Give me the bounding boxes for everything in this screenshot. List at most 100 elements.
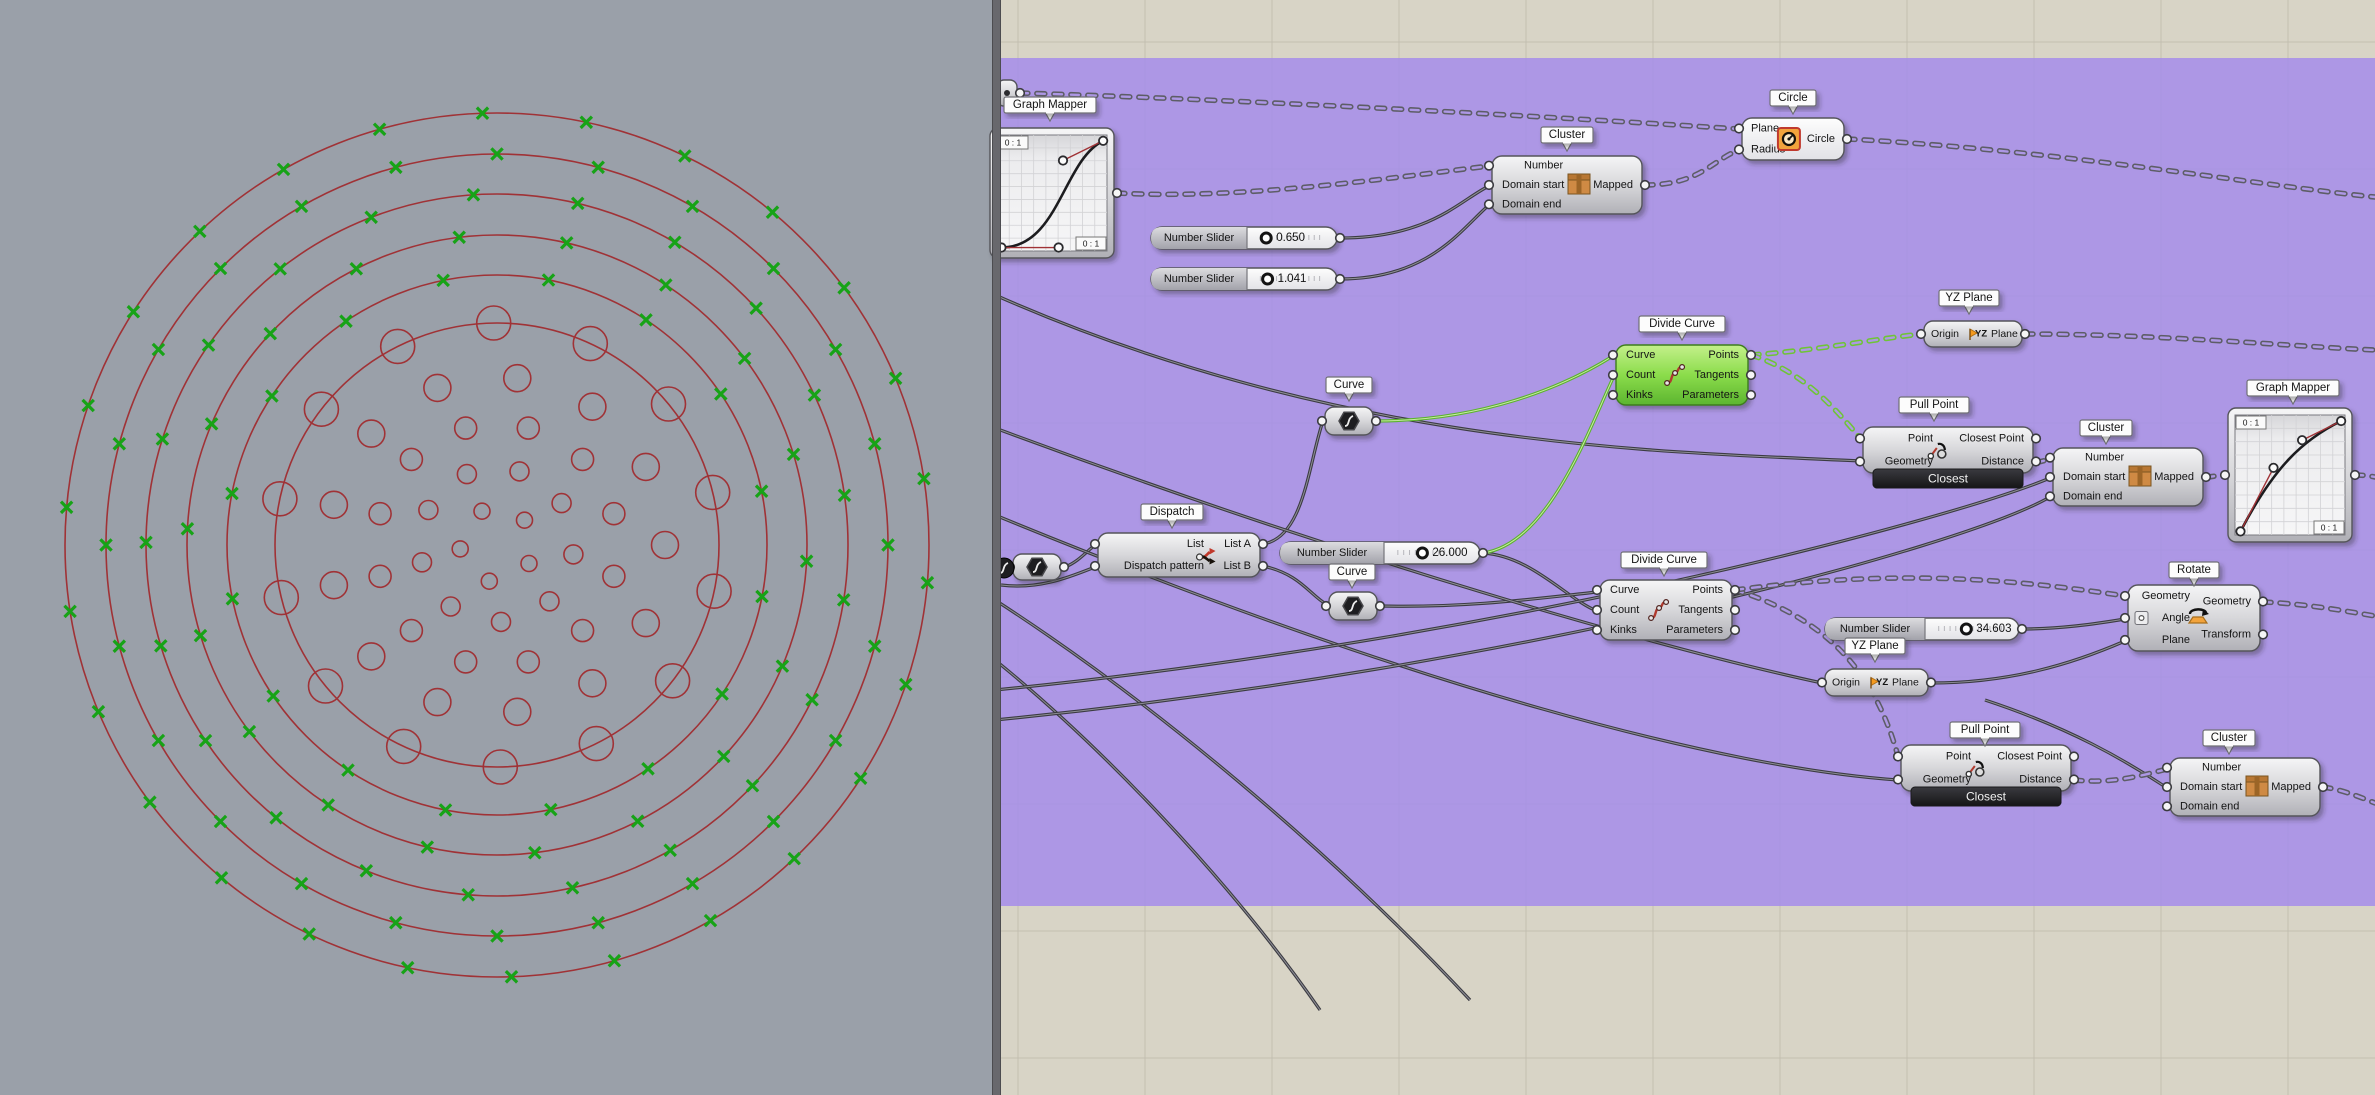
number-slider-1[interactable]: Number Slider0.650: [1151, 227, 1344, 249]
port[interactable]: [1747, 351, 1756, 360]
angle-degrees-tag[interactable]: [2135, 612, 2148, 625]
curve-handle[interactable]: [1054, 243, 1062, 251]
port[interactable]: [1641, 181, 1650, 190]
graph-area[interactable]: [2235, 415, 2345, 535]
curve-handle[interactable]: [2269, 464, 2277, 472]
port[interactable]: [1016, 89, 1025, 98]
curve-handle[interactable]: [1059, 156, 1067, 164]
divide-curve-1[interactable]: CurveCountKinksPointsTangentsParameters: [1609, 345, 1756, 405]
port[interactable]: [2221, 471, 2230, 480]
cluster-2[interactable]: NumberDomain startDomain endMapped: [2046, 448, 2211, 506]
port[interactable]: [1609, 371, 1618, 380]
port[interactable]: [2202, 473, 2211, 482]
port[interactable]: [1747, 371, 1756, 380]
rotate[interactable]: GeometryAnglePlaneGeometryTransform: [2121, 585, 2268, 651]
port[interactable]: [2351, 471, 2360, 480]
port[interactable]: [1336, 234, 1345, 243]
divide-curve-2[interactable]: CurveCountKinksPointsTangentsParameters: [1593, 580, 1740, 640]
port[interactable]: [1376, 602, 1385, 611]
port[interactable]: [1485, 161, 1494, 170]
port[interactable]: [1917, 330, 1926, 339]
port[interactable]: [1856, 457, 1865, 466]
pull-point-1[interactable]: ClosestClosestPointGeometryClosest Point…: [1856, 427, 2041, 488]
rhino-viewport[interactable]: [0, 0, 993, 1095]
port[interactable]: [1593, 626, 1602, 635]
port[interactable]: [1894, 752, 1903, 761]
port[interactable]: [2259, 630, 2268, 639]
curve-handle[interactable]: [2236, 527, 2244, 535]
pull-point-2[interactable]: ClosestClosestPointGeometryClosest Point…: [1894, 745, 2079, 806]
port[interactable]: [1593, 586, 1602, 595]
port[interactable]: [1731, 626, 1740, 635]
curve-handle[interactable]: [2337, 417, 2345, 425]
port[interactable]: [1747, 391, 1756, 400]
port[interactable]: [2046, 473, 2055, 482]
port[interactable]: [2121, 592, 2130, 601]
dispatch[interactable]: ListDispatch patternList AList B: [1091, 533, 1268, 577]
viewport-canvas-divider[interactable]: [992, 0, 1001, 1095]
graph-mapper-2[interactable]: 0 : 10 : 1: [2221, 408, 2360, 542]
port[interactable]: [1485, 200, 1494, 209]
port[interactable]: [1609, 391, 1618, 400]
port[interactable]: [2163, 802, 2172, 811]
port[interactable]: [1894, 775, 1903, 784]
port[interactable]: [2319, 783, 2328, 792]
port[interactable]: [1336, 275, 1345, 284]
port[interactable]: [1259, 562, 1268, 571]
yz-plane-2[interactable]: OriginYZPlane: [1818, 669, 1936, 696]
cluster-1[interactable]: NumberDomain startDomain endMapped: [1485, 156, 1650, 214]
number-slider-3[interactable]: Number Slider26.000: [1280, 542, 1487, 564]
port[interactable]: [1927, 678, 1936, 687]
port[interactable]: [2163, 763, 2172, 772]
port[interactable]: [1735, 124, 1744, 133]
port[interactable]: [1843, 135, 1852, 144]
tooltip-text: Cluster: [2088, 422, 2125, 434]
port[interactable]: [2070, 752, 2079, 761]
curve-param-3[interactable]: [1006, 554, 1069, 580]
port[interactable]: [1485, 181, 1494, 190]
port[interactable]: [1113, 189, 1122, 198]
port[interactable]: [1322, 602, 1331, 611]
cluster-3[interactable]: NumberDomain startDomain endMapped: [2163, 758, 2328, 816]
port[interactable]: [2032, 457, 2041, 466]
port[interactable]: [2070, 775, 2079, 784]
port[interactable]: [2121, 614, 2130, 623]
port[interactable]: [1259, 540, 1268, 549]
port[interactable]: [1479, 549, 1488, 558]
slider-knob[interactable]: [1263, 274, 1273, 284]
slider-knob[interactable]: [1261, 233, 1271, 243]
port[interactable]: [1060, 563, 1069, 572]
port[interactable]: [1609, 351, 1618, 360]
curve-param-1[interactable]: [1318, 407, 1381, 435]
panel-divider[interactable]: [992, 0, 1001, 1095]
port[interactable]: [2046, 492, 2055, 501]
port[interactable]: [1735, 145, 1744, 154]
graph-area[interactable]: [997, 135, 1107, 251]
port[interactable]: [1856, 434, 1865, 443]
port[interactable]: [2018, 625, 2027, 634]
circle[interactable]: PlaneRadiusCircle: [1735, 118, 1852, 160]
slider-knob[interactable]: [1417, 548, 1427, 558]
port[interactable]: [1818, 678, 1827, 687]
port[interactable]: [1731, 606, 1740, 615]
number-slider-2[interactable]: Number Slider1.041: [1151, 268, 1344, 290]
port[interactable]: [2032, 434, 2041, 443]
port[interactable]: [2046, 453, 2055, 462]
port[interactable]: [2163, 783, 2172, 792]
port[interactable]: [1372, 417, 1381, 426]
port[interactable]: [2121, 636, 2130, 645]
port[interactable]: [1731, 586, 1740, 595]
port[interactable]: [1091, 540, 1100, 549]
curve-handle[interactable]: [2298, 436, 2306, 444]
slider-knob[interactable]: [1961, 624, 1971, 634]
port[interactable]: [1593, 606, 1602, 615]
number-slider-4[interactable]: Number Slider34.603: [1825, 618, 2026, 640]
curve-param-2[interactable]: [1322, 592, 1385, 620]
curve-handle[interactable]: [1099, 137, 1107, 145]
port[interactable]: [2259, 597, 2268, 606]
port[interactable]: [1091, 562, 1100, 571]
graph-mapper-1[interactable]: 0 : 10 : 1: [990, 128, 1121, 258]
port[interactable]: [1318, 417, 1327, 426]
port[interactable]: [2021, 330, 2030, 339]
yz-plane-1[interactable]: OriginYZPlane: [1917, 321, 2030, 347]
